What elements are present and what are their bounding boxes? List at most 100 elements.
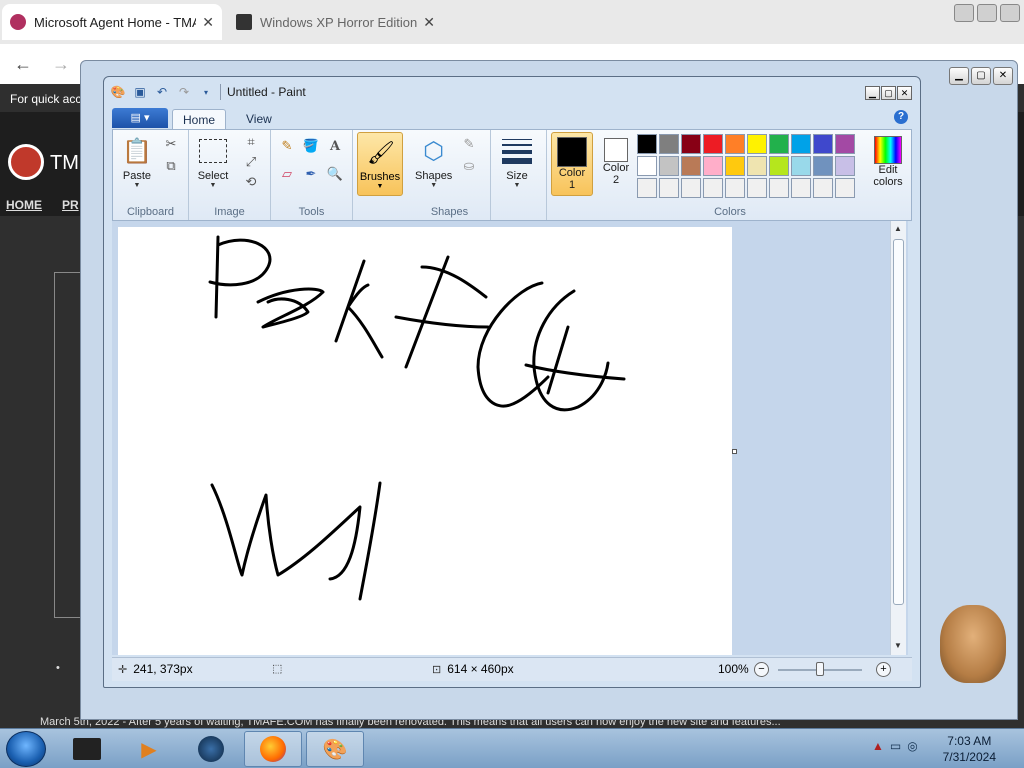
outer-close-button[interactable]: ✕ <box>993 67 1013 85</box>
edit-colors-button[interactable]: Edit colors <box>867 132 909 196</box>
color-picker-icon[interactable]: ✒ <box>301 164 321 184</box>
palette-swatch[interactable] <box>637 134 657 154</box>
palette-swatch[interactable] <box>835 134 855 154</box>
start-button[interactable] <box>6 731 46 767</box>
browser-restore-button[interactable] <box>977 4 997 22</box>
scrollbar-thumb[interactable] <box>893 239 904 605</box>
flag-icon[interactable]: ▲ <box>872 739 884 753</box>
taskbar-app-paint[interactable]: 🎨 <box>306 731 364 767</box>
palette-swatch[interactable] <box>813 134 833 154</box>
tmafe-logo-icon[interactable] <box>8 144 44 180</box>
palette-swatch[interactable] <box>791 134 811 154</box>
color1-button[interactable]: Color 1 <box>551 132 593 196</box>
paint-minimize-button[interactable]: ▁ <box>865 86 880 100</box>
paint-maximize-button[interactable]: ▢ <box>881 86 896 100</box>
palette-swatch[interactable] <box>769 178 789 198</box>
browser-tab-xp-horror[interactable]: Windows XP Horror Edition (D ✕ <box>228 4 443 40</box>
browser-minimize-button[interactable] <box>954 4 974 22</box>
canvas-resize-handle[interactable] <box>732 449 737 454</box>
tab-close-icon[interactable]: ✕ <box>202 14 214 31</box>
qat-dropdown-icon[interactable]: ▾ <box>198 84 214 100</box>
palette-swatch[interactable] <box>791 156 811 176</box>
color2-button[interactable]: Color 2 <box>595 132 637 196</box>
fill-icon[interactable]: ⛀ <box>459 156 479 176</box>
browser-tab-agent-home[interactable]: Microsoft Agent Home - TMAFE ✕ <box>2 4 222 40</box>
nav-link-home[interactable]: HOME <box>6 198 42 212</box>
resize-icon[interactable]: ⤢ <box>241 152 261 172</box>
crop-icon[interactable]: ⌗ <box>241 132 261 152</box>
cut-icon[interactable]: ✂ <box>161 134 181 154</box>
palette-swatch[interactable] <box>747 178 767 198</box>
drawing-canvas[interactable] <box>118 227 732 655</box>
palette-swatch[interactable] <box>703 156 723 176</box>
palette-swatch[interactable] <box>637 156 657 176</box>
tab-home[interactable]: Home <box>172 109 227 129</box>
zoom-out-button[interactable]: − <box>754 662 769 677</box>
palette-swatch[interactable] <box>703 134 723 154</box>
select-button[interactable]: Select ▼ <box>197 134 229 189</box>
palette-swatch[interactable] <box>659 156 679 176</box>
rotate-icon[interactable]: ⟲ <box>241 172 261 192</box>
vertical-scrollbar[interactable]: ▲ ▼ <box>890 221 906 655</box>
help-icon[interactable]: ? <box>894 110 908 124</box>
tab-close-icon[interactable]: ✕ <box>423 14 435 31</box>
fill-bucket-icon[interactable]: 🪣 <box>301 136 321 156</box>
outer-maximize-button[interactable]: ▢ <box>971 67 991 85</box>
canvas-area[interactable] <box>112 221 908 655</box>
scroll-down-icon[interactable]: ▼ <box>894 641 902 650</box>
palette-swatch[interactable] <box>747 156 767 176</box>
pencil-icon[interactable]: ✎ <box>277 136 297 156</box>
brushes-button[interactable]: 🖌 Brushes ▼ <box>357 132 403 196</box>
paint-close-button[interactable]: ✕ <box>897 86 912 100</box>
copy-icon[interactable]: ⧉ <box>161 156 181 176</box>
nav-link-pr[interactable]: PR <box>62 198 79 212</box>
taskbar-clock[interactable]: 7:03 AM 7/31/2024 <box>943 733 996 765</box>
zoom-slider-thumb[interactable] <box>816 662 824 676</box>
palette-swatch[interactable] <box>725 156 745 176</box>
forward-arrow-icon[interactable]: → <box>52 54 70 75</box>
taskbar-app-globe[interactable] <box>182 731 240 767</box>
palette-swatch[interactable] <box>681 134 701 154</box>
palette-swatch[interactable] <box>835 178 855 198</box>
palette-swatch[interactable] <box>791 178 811 198</box>
app-menu-button[interactable]: ▤ ▾ <box>112 108 168 128</box>
palette-swatch[interactable] <box>681 178 701 198</box>
palette-swatch[interactable] <box>703 178 723 198</box>
palette-swatch[interactable] <box>835 156 855 176</box>
network-icon[interactable]: ▭ <box>890 739 901 753</box>
palette-swatch[interactable] <box>659 178 679 198</box>
outer-minimize-button[interactable]: ▁ <box>949 67 969 85</box>
taskbar-app-terminal[interactable] <box>58 731 116 767</box>
save-icon[interactable]: ▣ <box>132 84 148 100</box>
tab-view[interactable]: View <box>236 109 282 129</box>
palette-swatch[interactable] <box>637 178 657 198</box>
size-button[interactable]: Size ▼ <box>501 134 533 189</box>
palette-swatch[interactable] <box>813 178 833 198</box>
outline-icon[interactable]: ✎ <box>459 134 479 154</box>
palette-swatch[interactable] <box>659 134 679 154</box>
desktop-pet-hamster[interactable] <box>940 605 1006 683</box>
paste-button[interactable]: 📋 Paste ▼ <box>121 134 153 190</box>
taskbar-app-media[interactable]: ▶ <box>120 731 178 767</box>
magnifier-icon[interactable]: 🔍 <box>325 164 345 184</box>
browser-close-button[interactable] <box>1000 4 1020 22</box>
palette-swatch[interactable] <box>769 134 789 154</box>
palette-swatch[interactable] <box>681 156 701 176</box>
eraser-icon[interactable]: ▱ <box>277 164 297 184</box>
zoom-in-button[interactable]: + <box>876 662 891 677</box>
undo-icon[interactable]: ↶ <box>154 84 170 100</box>
palette-swatch[interactable] <box>813 156 833 176</box>
redo-icon[interactable]: ↷ <box>176 84 192 100</box>
palette-swatch[interactable] <box>725 134 745 154</box>
palette-swatch[interactable] <box>747 134 767 154</box>
back-arrow-icon[interactable]: ← <box>14 54 32 75</box>
palette-swatch[interactable] <box>725 178 745 198</box>
volume-icon[interactable]: ◎ <box>907 739 917 753</box>
site-logo-text[interactable]: TM <box>50 152 79 175</box>
paint-app-icon[interactable]: 🎨 <box>110 84 126 100</box>
shapes-button[interactable]: ⬡ Shapes ▼ <box>415 134 452 190</box>
scroll-up-icon[interactable]: ▲ <box>894 224 902 233</box>
palette-swatch[interactable] <box>769 156 789 176</box>
text-tool-icon[interactable]: A <box>325 136 345 156</box>
taskbar-app-firefox[interactable] <box>244 731 302 767</box>
